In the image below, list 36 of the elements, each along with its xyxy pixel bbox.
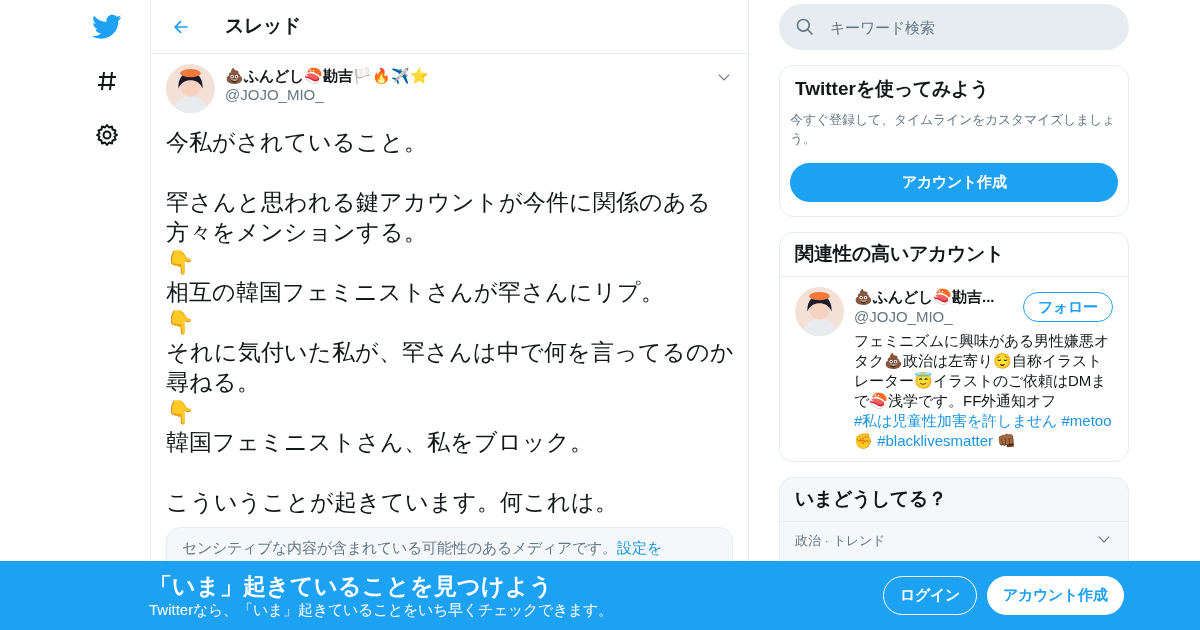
tweet-text-line: こういうことが起きています。何これは。 — [166, 488, 619, 517]
account-bio: フェミニズムに興味がある男性嫌悪オタク💩政治は左寄り😌自称イラストレーター😇イラストのご依頼はDMまで🍣浅学です。FF外通知オフ #私は児童性加害を許しません #metoo ✊ #blacklivesmatter 👊🏾 — [854, 331, 1113, 451]
trend-category: 政治 · トレンド — [795, 532, 886, 550]
card-text: 今すぐ登録して、タイムラインをカスタマイズしましょう。 — [790, 111, 1116, 148]
tweet-text-line: 👇 — [166, 398, 196, 427]
card-title: いまどうしてる？ — [780, 478, 1128, 522]
card-title: 関連性の高いアカウント — [780, 233, 1128, 277]
user-handle[interactable]: @JOJO_MIO_ — [225, 86, 707, 104]
hashtag-link[interactable]: #blacklivesmatter — [877, 432, 994, 449]
tweet-text-line: 相互の韓国フェミニストさんが罕さんにリプ。 — [166, 278, 665, 307]
banner-title: 「いま」起きていることを見つけよう — [149, 571, 554, 600]
tweet-text-line: 今私がされていること。 — [166, 128, 428, 157]
tweet-text-line: 罕さんと思われる鍵アカウントが今件に関係のある方々をメンションする。 — [166, 188, 712, 247]
hashtag-icon[interactable] — [95, 69, 119, 93]
notice-text: センシティブな内容が含まれている可能性のあるメディアです。 — [182, 539, 617, 556]
signup-button[interactable]: アカウント作成 — [987, 576, 1124, 615]
avatar[interactable] — [166, 64, 215, 113]
tweet-text-line: それに気付いた私が、罕さんは中で何を言ってるのか尋ねる。 — [166, 338, 735, 397]
tweet-text-line: 👇 — [166, 308, 196, 337]
hashtag-link[interactable]: #私は児童性加害を許しません — [854, 412, 1058, 429]
user-name[interactable]: 💩ふんどし🍣勘吉🏳🔥✈⭐ — [225, 66, 707, 86]
bird-logo-icon[interactable] — [92, 14, 122, 40]
card-title: Twitterを使ってみよう — [794, 77, 990, 101]
tweet-text-line: 韓国フェミニストさん、私をブロック。 — [166, 428, 594, 457]
account-handle[interactable]: @JOJO_MIO_ — [854, 307, 995, 327]
banner-subtitle: Twitterなら、「いま」起きていることをいち早くチェックできます。 — [149, 599, 615, 620]
avatar[interactable] — [795, 287, 844, 336]
page-title: スレッド — [225, 14, 301, 39]
search-icon — [795, 17, 815, 37]
tweet-text-line: 👇 — [166, 248, 196, 277]
create-account-button[interactable]: アカウント作成 — [790, 163, 1118, 202]
search-field[interactable]: キーワード検索 — [779, 4, 1129, 50]
account-name[interactable]: 💩ふんどし🍣勘吉... — [854, 287, 995, 307]
hashtag-link[interactable]: #metoo — [1061, 412, 1112, 429]
settings-link[interactable]: 設定を — [617, 539, 662, 556]
settings-icon[interactable] — [95, 123, 119, 147]
